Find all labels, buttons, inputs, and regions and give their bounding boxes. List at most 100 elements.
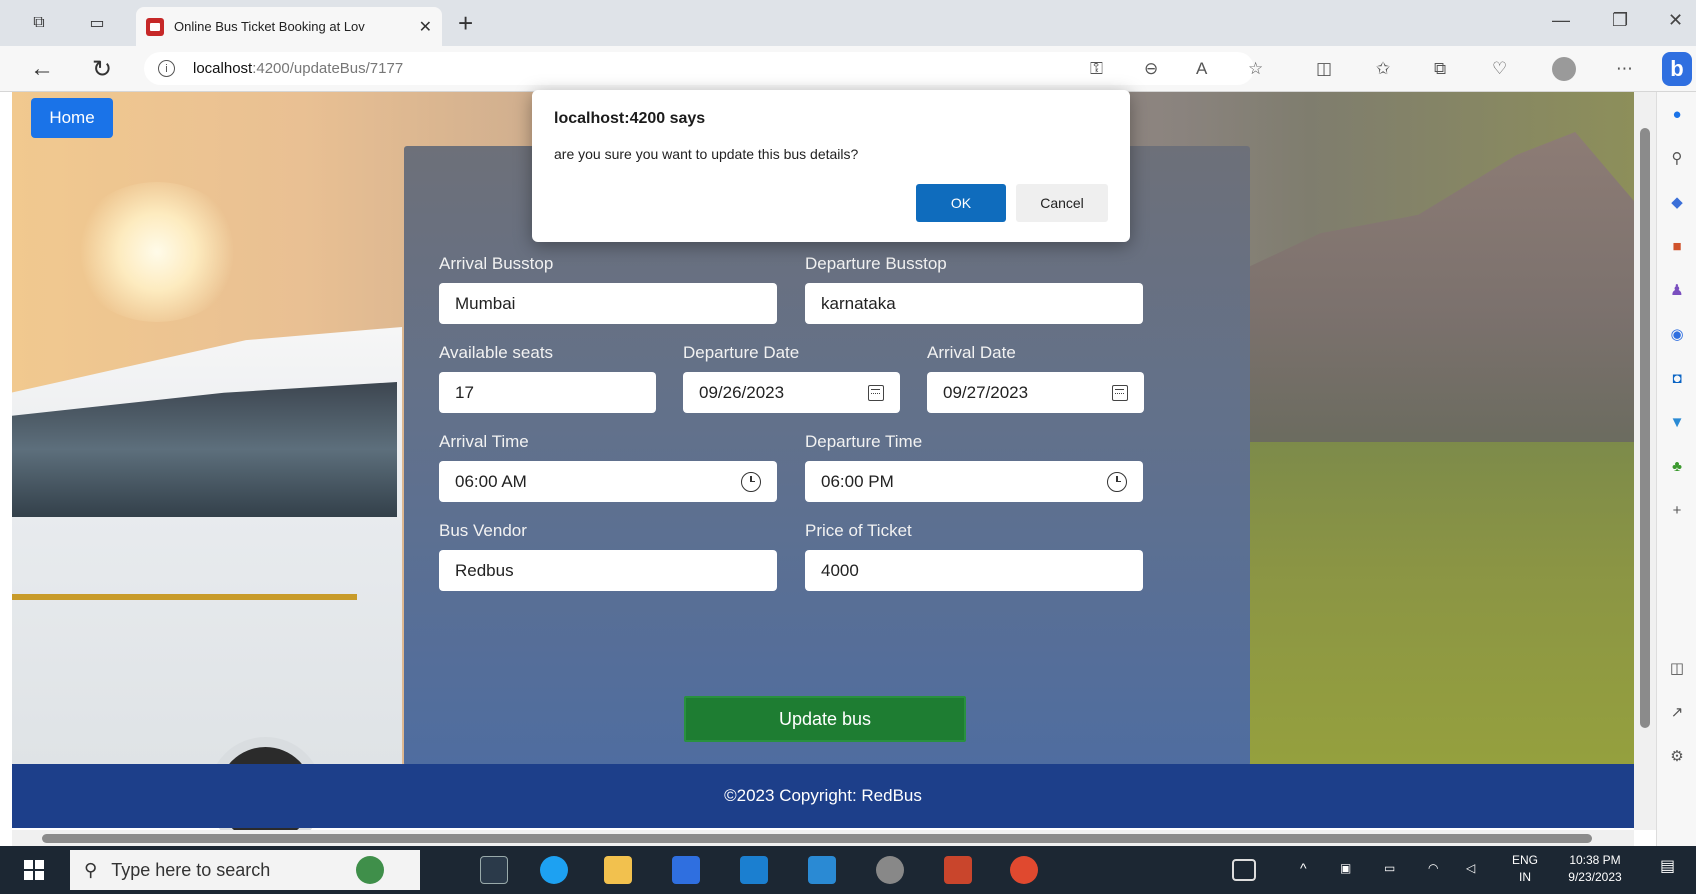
url-path: :4200/updateBus/7177 (252, 60, 404, 77)
browser-tab-bar: ⧉ ▭ Online Bus Ticket Booking at Lov ✕ +… (0, 0, 1696, 46)
search-icon[interactable]: ⚲ (1667, 148, 1687, 168)
arrival-busstop-input[interactable]: Mumbai (439, 283, 777, 324)
edge-taskbar-icon[interactable] (540, 856, 568, 884)
windows-taskbar: ⚲ Type here to search ^ ▣ ▭ ◠ ◁ ENG IN 1… (0, 846, 1696, 894)
restore-icon[interactable]: ❐ (1612, 10, 1628, 31)
zoom-icon[interactable]: ⊖ (1144, 59, 1158, 79)
horizontal-scrollbar[interactable] (12, 830, 1634, 846)
horizontal-scroll-thumb[interactable] (42, 834, 1592, 843)
shopping-icon[interactable]: ◆ (1667, 192, 1687, 212)
language-region: IN (1519, 870, 1531, 884)
bus-vendor-value: Redbus (455, 560, 514, 580)
meadow-scenery (1242, 442, 1634, 764)
cancel-button[interactable]: Cancel (1016, 184, 1108, 222)
update-bus-button[interactable]: Update bus (684, 696, 966, 742)
copilot-icon[interactable]: b (1662, 52, 1692, 86)
departure-date-input[interactable]: 09/26/2023 (683, 372, 900, 413)
workspaces-icon[interactable]: ⧉ (28, 12, 50, 34)
key-icon[interactable]: ⚿ (1090, 59, 1103, 79)
minimize-icon[interactable]: — (1552, 10, 1570, 31)
search-icon: ⚲ (84, 859, 98, 880)
back-icon[interactable]: ← (30, 55, 54, 83)
notifications-icon[interactable]: ▤ (1660, 858, 1675, 875)
clock-icon[interactable] (1107, 471, 1127, 492)
store-icon[interactable] (672, 856, 700, 884)
microsoft-365-icon[interactable]: ◉ (1667, 324, 1687, 344)
split-screen-icon[interactable]: ◫ (1316, 59, 1332, 79)
add-icon[interactable]: + (1667, 500, 1687, 520)
tab-actions-icon[interactable]: ▭ (86, 12, 108, 34)
weather-widget-icon[interactable] (356, 856, 384, 884)
address-bar[interactable]: i localhost :4200/updateBus/7177 (144, 52, 1254, 85)
drop-icon[interactable]: ▼ (1667, 412, 1687, 432)
games-icon[interactable]: ♟ (1667, 280, 1687, 300)
arrival-date-input[interactable]: 09/27/2023 (927, 372, 1144, 413)
more-options-icon[interactable]: ⋯ (1616, 59, 1633, 79)
sidebar-layout-icon[interactable]: ◫ (1667, 658, 1687, 678)
confirm-dialog: localhost:4200 says are you sure you wan… (532, 90, 1130, 242)
wifi-icon[interactable]: ◠ (1428, 860, 1438, 877)
tools-icon[interactable]: ■ (1667, 236, 1687, 256)
favorite-star-icon[interactable]: ☆ (1248, 59, 1263, 79)
settings-gear-icon[interactable]: ⚙ (1667, 746, 1687, 766)
mail-icon[interactable] (740, 856, 768, 884)
powerpoint-icon[interactable] (944, 856, 972, 884)
departure-busstop-value: karnataka (821, 293, 896, 313)
price-value: 4000 (821, 560, 859, 580)
departure-time-input[interactable]: 06:00 PM (805, 461, 1143, 502)
url-host: localhost (193, 60, 253, 77)
price-input[interactable]: 4000 (805, 550, 1143, 591)
file-explorer-icon[interactable] (604, 856, 632, 884)
chrome-icon[interactable] (1010, 856, 1038, 884)
refresh-icon[interactable]: ↻ (92, 55, 112, 84)
settings-taskbar-icon[interactable] (876, 856, 904, 884)
volume-icon[interactable]: ◁ (1466, 860, 1475, 877)
home-button[interactable]: Home (31, 98, 113, 138)
taskbar-search-placeholder: Type here to search (111, 859, 271, 880)
new-tab-icon[interactable]: + (458, 8, 473, 39)
site-info-icon[interactable]: i (158, 60, 175, 77)
arrival-date-value: 09/27/2023 (943, 382, 1029, 402)
windows-start-icon[interactable] (24, 860, 44, 880)
vscode-icon[interactable] (808, 856, 836, 884)
outlook-icon[interactable]: ◘ (1667, 368, 1687, 388)
tree-icon[interactable]: ♣ (1667, 456, 1687, 476)
departure-busstop-label: Departure Busstop (805, 254, 947, 273)
bus-vendor-input[interactable]: Redbus (439, 550, 777, 591)
vertical-scrollbar[interactable] (1634, 92, 1656, 830)
bell-icon[interactable]: ● (1667, 104, 1687, 124)
clock-icon[interactable] (741, 471, 761, 492)
profile-avatar[interactable] (1552, 57, 1576, 81)
task-view-icon[interactable] (480, 856, 508, 884)
calendar-icon[interactable] (868, 384, 884, 401)
departure-date-value: 09/26/2023 (699, 382, 785, 402)
show-hidden-icons-icon[interactable]: ^ (1300, 860, 1307, 877)
departure-time-label: Departure Time (805, 432, 923, 451)
keyboard-icon[interactable] (1232, 859, 1256, 881)
favorites-icon[interactable]: ✩ (1376, 59, 1390, 79)
sun-glow (72, 182, 242, 322)
browser-essentials-icon[interactable]: ♡ (1492, 59, 1507, 79)
vertical-scroll-thumb[interactable] (1640, 128, 1650, 728)
arrival-time-input[interactable]: 06:00 AM (439, 461, 777, 502)
collections-icon[interactable]: ⧉ (1434, 59, 1446, 79)
browser-tab[interactable]: Online Bus Ticket Booking at Lov ✕ (136, 7, 442, 46)
available-seats-label: Available seats (439, 343, 554, 362)
page-footer: ©2023 Copyright: RedBus (12, 764, 1634, 828)
arrival-busstop-label: Arrival Busstop (439, 254, 554, 273)
network-icon[interactable]: ▣ (1340, 860, 1351, 877)
read-aloud-icon[interactable]: A (1196, 59, 1207, 79)
close-tab-icon[interactable]: ✕ (419, 17, 432, 37)
price-label: Price of Ticket (805, 521, 912, 540)
calendar-icon[interactable] (1112, 384, 1128, 401)
available-seats-input[interactable]: 17 (439, 372, 656, 413)
ok-button[interactable]: OK (916, 184, 1006, 222)
battery-icon[interactable]: ▭ (1384, 860, 1395, 877)
departure-date-label: Departure Date (683, 343, 800, 362)
clock[interactable]: 10:38 PM 9/23/2023 (1558, 852, 1632, 886)
language-indicator[interactable]: ENG IN (1508, 852, 1542, 886)
external-link-icon[interactable]: ↗ (1667, 702, 1687, 722)
departure-busstop-input[interactable]: karnataka (805, 283, 1143, 324)
bus-stripe (12, 594, 357, 600)
close-window-icon[interactable]: ✕ (1668, 10, 1683, 31)
